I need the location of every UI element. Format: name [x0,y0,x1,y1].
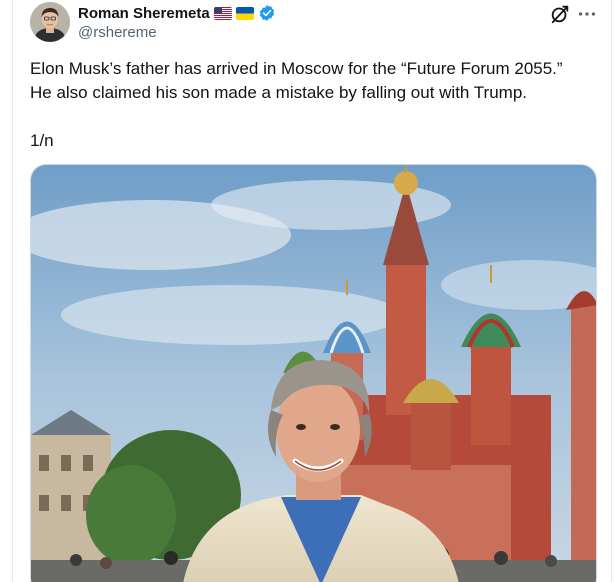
post-text: Elon Musk’s father has arrived in Moscow… [30,57,590,105]
more-horizontal-icon [578,12,596,16]
grok-button[interactable] [549,3,571,25]
timeline-left-border [12,0,13,582]
photo-image [31,165,596,582]
avatar-image [30,2,70,42]
author-avatar[interactable] [30,2,70,42]
verified-badge-icon[interactable] [258,4,276,22]
author-name-row[interactable]: Roman Sheremeta [78,3,276,23]
post-photo[interactable] [30,164,597,582]
thread-marker: 1/n [30,131,54,150]
post-text-line: Elon Musk’s father has arrived in Moscow… [30,59,563,78]
post-text-line: He also claimed his son made a mistake b… [30,83,528,102]
more-options-button[interactable] [576,3,598,25]
ukraine-flag-icon [235,6,254,20]
author-display-name[interactable]: Roman Sheremeta [78,5,210,22]
us-flag-icon [213,6,232,20]
timeline-right-border [611,0,612,582]
grok-icon [551,5,569,24]
author-handle[interactable]: @rshereme [78,24,157,41]
